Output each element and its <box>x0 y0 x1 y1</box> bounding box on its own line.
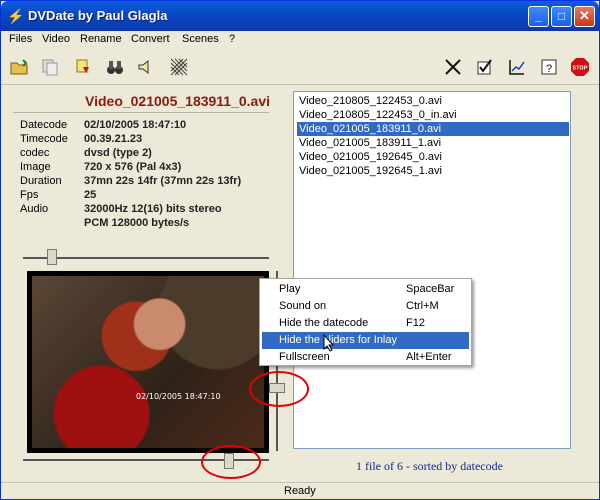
svg-text:?: ? <box>546 63 552 75</box>
ctx-item-hide-datecode[interactable]: Hide the datecode F12 <box>262 315 469 332</box>
info-label-timecode: Timecode <box>20 133 68 145</box>
info-label-fps: Fps <box>20 189 39 201</box>
menu-convert[interactable]: Convert <box>131 33 170 45</box>
binoculars-icon[interactable] <box>104 56 126 78</box>
info-value-fps: 25 <box>84 189 97 201</box>
list-item-selected[interactable]: Video_021005_183911_0.avi <box>297 122 569 136</box>
menu-video[interactable]: Video <box>42 33 70 45</box>
info-label-duration: Duration <box>20 175 62 187</box>
mouse-cursor-icon <box>323 334 335 352</box>
stop-icon[interactable]: STOP <box>569 56 591 78</box>
delete-x-icon[interactable] <box>442 56 464 78</box>
dvdate-app-icon: ⚡ <box>7 8 25 24</box>
svg-text:STOP: STOP <box>573 66 588 72</box>
close-button[interactable]: ✕ <box>574 6 595 27</box>
info-value-image: 720 x 576 (Pal 4x3) <box>84 161 182 173</box>
info-label-image: Image <box>20 161 51 173</box>
open-folder-icon[interactable] <box>8 56 30 78</box>
list-item[interactable]: Video_210805_122453_0_in.avi <box>297 108 569 122</box>
title-bar[interactable]: ⚡ DVDate by Paul Glagla _ □ ✕ <box>1 1 599 31</box>
video-preview[interactable] <box>27 271 269 453</box>
info-value-duration: 37mn 22s 14fr (37mn 22s 13fr) <box>84 175 242 187</box>
app-window: ⚡ DVDate by Paul Glagla _ □ ✕ Files Vide… <box>0 0 600 500</box>
toolbar: ? STOP <box>1 49 599 85</box>
menu-scenes[interactable]: Scenes <box>182 33 219 45</box>
divider <box>13 112 269 113</box>
ctx-item-hide-sliders[interactable]: Hide the sliders for Inlay <box>262 332 469 349</box>
status-bar: Ready <box>1 482 599 499</box>
menu-files[interactable]: Files <box>9 33 32 45</box>
menu-help[interactable]: ? <box>229 33 235 45</box>
ctx-label: Hide the datecode <box>279 317 369 329</box>
menu-rename[interactable]: Rename <box>80 33 122 45</box>
video-frame-image <box>32 276 264 448</box>
checkmark-icon[interactable] <box>474 56 496 78</box>
file-title: Video_021005_183911_0.avi <box>85 93 271 109</box>
chart-icon[interactable] <box>506 56 528 78</box>
annotation-circle <box>249 371 309 407</box>
list-item[interactable]: Video_021005_192645_1.avi <box>297 164 569 178</box>
info-value-codec: dvsd (type 2) <box>84 147 152 159</box>
annotation-circle <box>201 445 261 479</box>
ctx-label: Play <box>279 283 301 295</box>
info-label-codec: codec <box>20 147 50 159</box>
ctx-shortcut: F12 <box>406 317 425 329</box>
ctx-label: Sound on <box>279 300 327 312</box>
minimize-button[interactable]: _ <box>528 6 549 27</box>
speaker-icon[interactable] <box>135 56 157 78</box>
info-label-datecode: Datecode <box>20 119 68 131</box>
ctx-label: Hide the sliders for Inlay <box>279 334 397 346</box>
ctx-item-play[interactable]: Play SpaceBar <box>262 281 469 298</box>
info-value-audio-extra: PCM 128000 bytes/s <box>84 217 190 229</box>
top-slider-track[interactable] <box>23 257 269 259</box>
context-menu: Play SpaceBar Sound on Ctrl+M Hide the d… <box>259 278 472 366</box>
list-item[interactable]: Video_021005_183911_1.avi <box>297 136 569 150</box>
ctx-item-sound-on[interactable]: Sound on Ctrl+M <box>262 298 469 315</box>
ctx-shortcut: Alt+Enter <box>406 351 452 363</box>
file-count-status: 1 file of 6 - sorted by datecode <box>356 459 503 473</box>
copy-icon[interactable] <box>39 56 61 78</box>
list-item[interactable]: Video_210805_122453_0.avi <box>297 94 569 108</box>
info-value-datecode: 02/10/2005 18:47:10 <box>84 119 187 131</box>
window-title: DVDate by Paul Glagla <box>28 8 168 23</box>
info-value-audio: 32000Hz 12(16) bits stereo <box>84 203 222 215</box>
top-slider-thumb[interactable] <box>47 249 57 265</box>
status-text: Ready <box>284 485 316 497</box>
info-label-audio: Audio <box>20 203 49 215</box>
menu-bar: Files Video Rename Convert Scenes ? <box>1 31 599 49</box>
marker-icon[interactable] <box>73 56 95 78</box>
ctx-shortcut: SpaceBar <box>406 283 455 295</box>
video-datecode-overlay: 02/10/2005 18:47:10 <box>136 392 221 401</box>
maximize-button[interactable]: □ <box>551 6 572 27</box>
help-icon[interactable]: ? <box>538 56 560 78</box>
ctx-item-fullscreen[interactable]: Fullscreen Alt+Enter <box>262 349 469 366</box>
file-list: Video_210805_122453_0.avi Video_210805_1… <box>293 91 571 449</box>
list-item[interactable]: Video_021005_192645_0.avi <box>297 150 569 164</box>
info-value-timecode: 00.39.21.23 <box>84 133 143 145</box>
ctx-shortcut: Ctrl+M <box>406 300 439 312</box>
grid-icon[interactable] <box>168 56 190 78</box>
